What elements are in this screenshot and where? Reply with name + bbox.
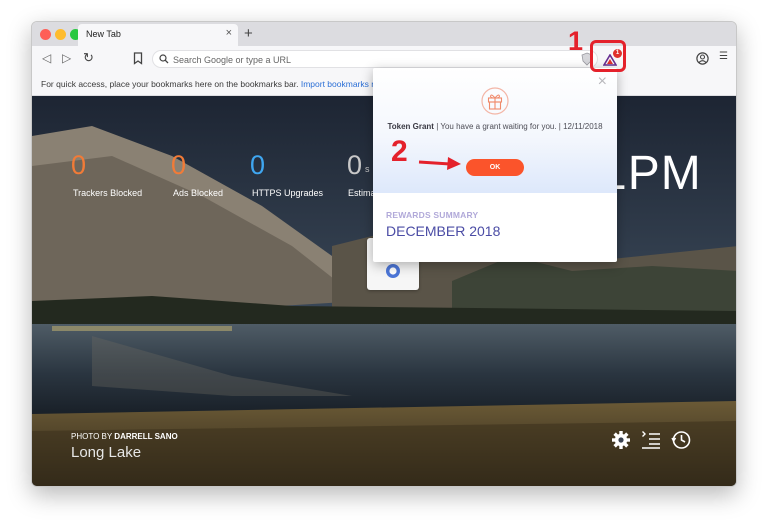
reload-button[interactable]: ↻ bbox=[83, 50, 94, 66]
grant-notification-panel: × Token Grant | You have a grant waiting… bbox=[373, 68, 617, 193]
rewards-popup: × Token Grant | You have a grant waiting… bbox=[373, 68, 617, 262]
estimated-time-count: 0 bbox=[347, 150, 363, 180]
screenshot-stage: New Tab × + ◁ ▷ ↻ Search Google or type … bbox=[0, 0, 768, 531]
rewards-button-highlight bbox=[590, 40, 626, 72]
forward-button[interactable]: ▷ bbox=[62, 51, 71, 65]
minimize-window-button[interactable] bbox=[55, 29, 66, 40]
history-clock-icon[interactable] bbox=[671, 430, 691, 450]
rewards-summary-month: DECEMBER 2018 bbox=[386, 223, 501, 239]
trackers-blocked-label: Trackers Blocked bbox=[73, 188, 143, 198]
gift-icon bbox=[481, 87, 509, 115]
bookmark-icon[interactable] bbox=[133, 52, 143, 65]
settings-gear-icon[interactable] bbox=[611, 430, 631, 450]
search-icon bbox=[159, 54, 169, 64]
tab-new-tab[interactable]: New Tab × bbox=[78, 24, 238, 46]
bookmarks-bar-message: For quick access, place your bookmarks h… bbox=[41, 79, 381, 89]
ok-button[interactable]: OK bbox=[466, 159, 524, 176]
https-upgrades-count: 0 bbox=[250, 150, 266, 180]
step-2-annotation: 2 bbox=[391, 135, 408, 168]
menu-button[interactable]: ☰ bbox=[719, 51, 728, 62]
url-bar[interactable] bbox=[152, 50, 598, 68]
grant-title: Token Grant bbox=[387, 122, 434, 131]
customize-list-icon[interactable] bbox=[641, 430, 661, 450]
new-tab-button[interactable]: + bbox=[244, 25, 253, 42]
google-favicon-icon bbox=[386, 264, 400, 278]
close-window-button[interactable] bbox=[40, 29, 51, 40]
trackers-blocked-count: 0 bbox=[71, 150, 87, 180]
bookmarks-bar-text: For quick access, place your bookmarks h… bbox=[41, 79, 299, 89]
https-upgrades-label: HTTPS Upgrades bbox=[252, 188, 324, 198]
url-input[interactable] bbox=[173, 53, 473, 66]
photo-credit: PHOTO BY DARRELL SANO bbox=[71, 432, 178, 441]
ads-blocked-label: Ads Blocked bbox=[173, 188, 224, 198]
back-button[interactable]: ◁ bbox=[42, 51, 51, 65]
popup-close-icon[interactable]: × bbox=[598, 73, 607, 91]
tab-strip: New Tab × + bbox=[32, 22, 736, 46]
step-2-arrow-icon bbox=[418, 157, 461, 170]
rewards-summary-label: REWARDS SUMMARY bbox=[386, 210, 479, 220]
profile-icon[interactable] bbox=[696, 52, 709, 65]
estimated-time-unit: s bbox=[365, 164, 370, 174]
ads-blocked-count: 0 bbox=[171, 150, 187, 180]
photo-location: Long Lake bbox=[71, 444, 142, 461]
tab-close-icon[interactable]: × bbox=[226, 27, 232, 39]
grant-description: | You have a grant waiting for you. | 12… bbox=[436, 122, 603, 131]
tab-title: New Tab bbox=[86, 29, 121, 39]
grant-message: Token Grant | You have a grant waiting f… bbox=[387, 120, 603, 133]
import-bookmarks-link[interactable]: Import bookmarks no bbox=[301, 79, 381, 89]
estimated-time-label: Estima bbox=[348, 188, 376, 198]
photo-credit-prefix: PHOTO BY bbox=[71, 432, 113, 441]
step-1-annotation: 1 bbox=[568, 26, 584, 56]
photo-author: DARRELL SANO bbox=[114, 432, 178, 441]
